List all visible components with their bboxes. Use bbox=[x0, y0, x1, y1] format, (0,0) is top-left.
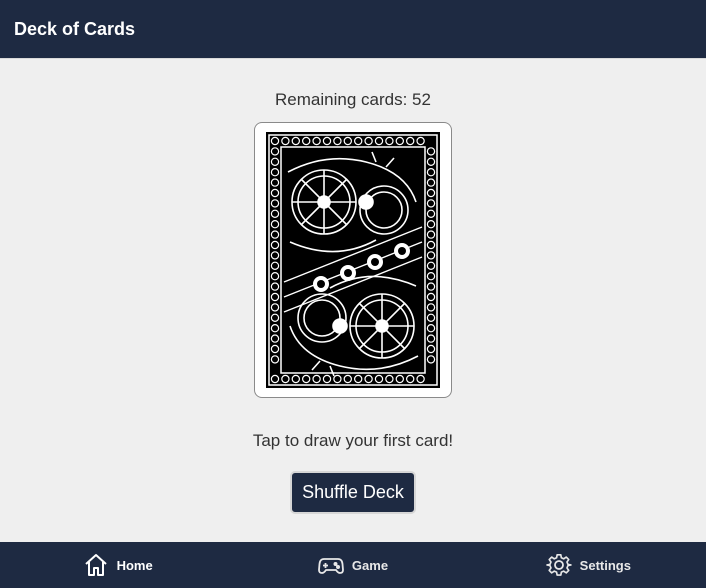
app-title: Deck of Cards bbox=[14, 18, 136, 39]
nav-item-home[interactable]: Home bbox=[0, 542, 235, 588]
draw-prompt: Tap to draw your first card! bbox=[252, 431, 454, 450]
nav-item-label: Settings bbox=[579, 557, 631, 573]
remaining-cards-label: Remaining cards: 52 bbox=[275, 90, 431, 109]
app-header: Deck of Cards bbox=[0, 0, 706, 59]
nav-item-label: Game bbox=[351, 557, 389, 573]
home-icon bbox=[83, 552, 109, 578]
card-deck[interactable] bbox=[254, 122, 452, 398]
main-content: Remaining cards: 52 Tap to draw your fir… bbox=[0, 60, 706, 542]
card-back-image bbox=[266, 132, 440, 388]
shuffle-deck-button[interactable]: Shuffle Deck bbox=[290, 471, 416, 514]
gamepad-icon bbox=[318, 552, 344, 578]
bottom-nav: Home Game Settings bbox=[0, 542, 706, 588]
nav-item-label: Home bbox=[116, 557, 153, 573]
nav-item-settings[interactable]: Settings bbox=[471, 542, 706, 588]
app-root: Deck of Cards Remaining cards: 52 Tap to… bbox=[0, 0, 706, 588]
gear-icon bbox=[545, 552, 572, 578]
nav-item-game[interactable]: Game bbox=[235, 542, 470, 588]
